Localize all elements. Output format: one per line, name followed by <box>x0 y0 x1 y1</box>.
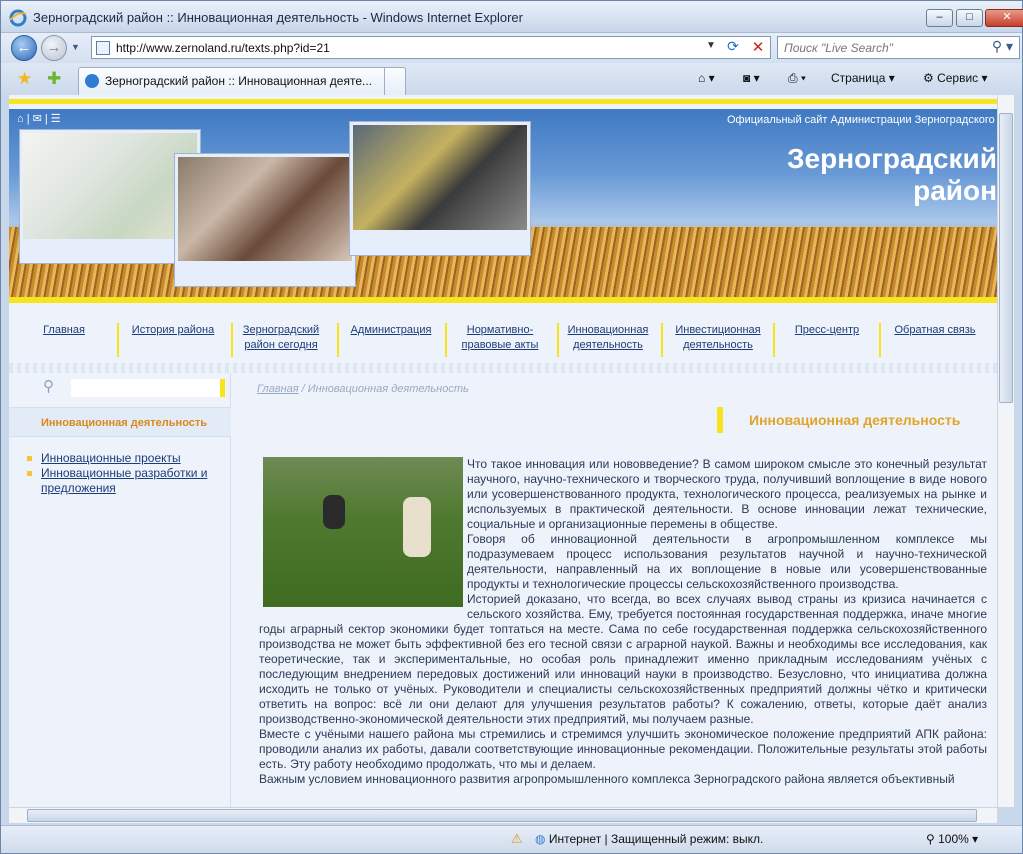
vertical-scroll-thumb[interactable] <box>999 113 1013 403</box>
sidebar-link-developments[interactable]: Инновационные разработки и предложения <box>23 466 223 496</box>
menu-item-legal-acts[interactable]: Нормативно-правовые акты <box>459 323 541 353</box>
breadcrumb-sep: / <box>298 383 308 395</box>
sidebar-search-input[interactable] <box>71 379 225 397</box>
page-title: Инновационная деятельность <box>717 407 960 433</box>
menu-item-press[interactable]: Пресс-центр <box>783 323 871 338</box>
top-stripe <box>9 95 997 104</box>
window-title: Зерноградский район :: Инновационная дея… <box>33 10 523 25</box>
close-button[interactable]: ✕ <box>985 9 1023 27</box>
yellow-divider <box>9 297 997 311</box>
page-menu[interactable]: Страница ▾ <box>831 71 895 85</box>
main-menu: Главная История района Зерноградский рай… <box>9 311 997 371</box>
site-name-line1: Зерноградский <box>787 143 997 174</box>
article-paragraph: Важным условием инновационного развития … <box>259 772 955 786</box>
official-site-text: Официальный сайт Администрации Зерноград… <box>727 114 997 126</box>
zoom-control[interactable]: ⚲ 100% ▾ <box>926 832 978 846</box>
menu-separator <box>557 323 559 357</box>
menu-item-today[interactable]: Зерноградский район сегодня <box>241 323 321 353</box>
stop-icon[interactable]: ✕ <box>747 38 769 57</box>
microscope-photo <box>174 153 356 287</box>
sidebar: ⚲ Инновационная деятельность Инновационн… <box>9 373 231 807</box>
tab-ie-icon <box>85 74 99 88</box>
browser-window: Зерноградский район :: Инновационная дея… <box>0 0 1023 854</box>
article-paragraph: Вместе с учёными нашего района мы стреми… <box>259 727 987 771</box>
menu-separator <box>661 323 663 357</box>
horizontal-scrollbar[interactable] <box>9 807 997 823</box>
sidebar-title: Инновационная деятельность <box>9 407 231 437</box>
history-dropdown-icon[interactable]: ▼ <box>71 42 80 52</box>
tab-label: Зерноградский район :: Инновационная дея… <box>105 74 372 88</box>
title-bar: Зерноградский район :: Инновационная дея… <box>1 1 1023 33</box>
tab-current[interactable]: Зерноградский район :: Инновационная дея… <box>78 67 406 95</box>
menu-item-history[interactable]: История района <box>125 323 221 338</box>
zone-label: Интернет | Защищенный режим: выкл. <box>548 832 764 846</box>
rss-icon[interactable]: ◙ ▾ <box>743 71 760 85</box>
horizontal-scroll-thumb[interactable] <box>27 809 977 822</box>
menu-item-administration[interactable]: Администрация <box>345 323 437 338</box>
menu-separator <box>231 323 233 357</box>
status-bar: ⚠ ◍ Интернет | Защищенный режим: выкл. ⚲… <box>1 825 1022 853</box>
banner-icons[interactable]: ⌂ | ✉ | ☰ <box>17 112 61 125</box>
menu-separator <box>445 323 447 357</box>
page-content: ⌂ | ✉ | ☰ Официальный сайт Администрации… <box>9 95 997 807</box>
service-menu-label: Сервис <box>937 71 979 85</box>
globe-icon: ◍ <box>535 832 546 846</box>
main-content: Главная / Инновационная деятельность Инн… <box>249 373 997 807</box>
security-icon[interactable]: ⚠ <box>511 831 523 847</box>
site-name: Зерноградский район <box>777 143 997 207</box>
menu-border <box>9 363 997 373</box>
zoom-level: 100% <box>938 832 969 846</box>
back-button[interactable]: ← <box>11 35 37 61</box>
site-name-line2: район <box>913 175 997 206</box>
exhibition-photo <box>349 121 531 256</box>
address-bar: ← → ▼ http://www.zernoland.ru/texts.php?… <box>1 33 1022 63</box>
article-paragraph: Историей доказано, что всегда, во всех с… <box>259 592 987 726</box>
breadcrumb: Главная / Инновационная деятельность <box>257 383 469 395</box>
zone-text: ◍ Интернет | Защищенный режим: выкл. <box>535 832 763 846</box>
menu-item-feedback[interactable]: Обратная связь <box>889 323 981 338</box>
print-icon[interactable]: ⎙ ▾ <box>788 71 806 86</box>
search-placeholder: Поиск "Live Search" <box>784 41 893 55</box>
field-photo <box>263 457 463 607</box>
sidebar-link-projects[interactable]: Инновационные проекты <box>23 451 223 466</box>
menu-item-home[interactable]: Главная <box>27 323 101 338</box>
home-icon[interactable]: ⌂ ▾ <box>698 71 715 85</box>
address-field[interactable]: http://www.zernoland.ru/texts.php?id=21 … <box>91 36 771 59</box>
menu-item-innovation[interactable]: Инновационная деятельность <box>565 323 651 353</box>
tab-bar: ★ ✚ Зерноградский район :: Инновационная… <box>1 63 1022 95</box>
url-text: http://www.zernoland.ru/texts.php?id=21 <box>116 41 330 55</box>
sidebar-title-text: Инновационная деятельность <box>41 417 208 429</box>
forward-button[interactable]: → <box>41 35 67 61</box>
refresh-icon[interactable]: ⟳ <box>722 38 744 57</box>
favorites-star-icon[interactable]: ★ <box>17 69 32 89</box>
article-text: Что такое инновация или нововведение? В … <box>259 457 987 787</box>
add-favorites-icon[interactable]: ✚ <box>47 69 61 89</box>
service-menu[interactable]: ⚙ Сервис ▾ <box>923 71 988 85</box>
sidebar-links: Инновационные проекты Инновационные разр… <box>23 451 223 496</box>
minimize-button[interactable]: – <box>926 9 953 27</box>
search-icon[interactable]: ⚲ ▾ <box>992 38 1013 55</box>
search-input[interactable]: Поиск "Live Search" ⚲ ▾ <box>777 36 1020 59</box>
maximize-button[interactable]: □ <box>956 9 983 27</box>
breadcrumb-home[interactable]: Главная <box>257 383 299 395</box>
sidebar-search-icon[interactable]: ⚲ <box>43 377 54 395</box>
vertical-scrollbar[interactable] <box>997 95 1014 807</box>
menu-separator <box>337 323 339 357</box>
new-tab-button[interactable] <box>384 67 406 95</box>
menu-item-investment[interactable]: Инвестиционная деятельность <box>671 323 765 353</box>
breadcrumb-current: Инновационная деятельность <box>307 383 469 395</box>
menu-separator <box>117 323 119 357</box>
ie-logo-icon <box>9 9 27 27</box>
url-dropdown-icon[interactable]: ▼ <box>706 40 716 51</box>
menu-separator <box>773 323 775 357</box>
site-banner: ⌂ | ✉ | ☰ Официальный сайт Администрации… <box>9 109 997 297</box>
page-menu-label: Страница <box>831 71 886 85</box>
page-icon <box>96 41 110 55</box>
menu-separator <box>879 323 881 357</box>
